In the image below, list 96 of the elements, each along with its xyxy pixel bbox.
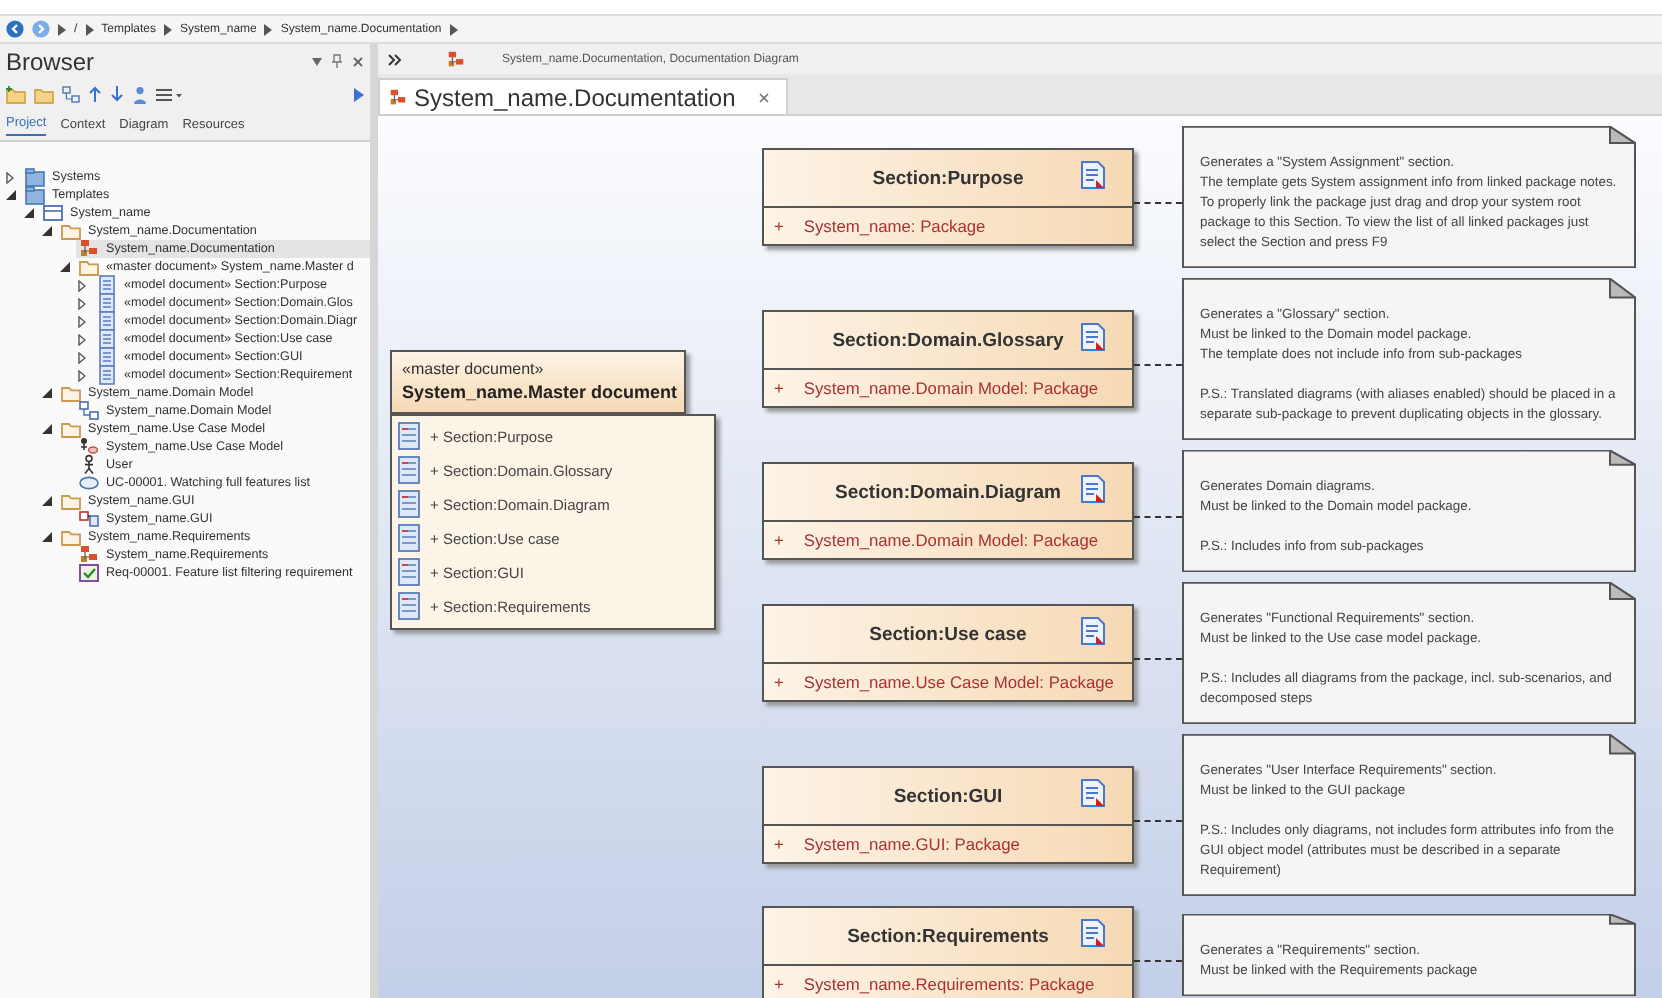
class-diagram-icon	[78, 400, 100, 422]
requirement-icon	[78, 562, 100, 584]
package-icon	[42, 202, 64, 224]
expanded-icon[interactable]	[60, 262, 70, 272]
section-icon	[398, 422, 420, 450]
expand-icon[interactable]	[78, 279, 86, 291]
section-element[interactable]: Section:GUI + System_name.GUI: Package	[762, 766, 1134, 864]
attribute-text: System_name: Package	[803, 216, 986, 236]
folder-icon	[60, 490, 82, 512]
attribute-text: System_name.Domain Model: Package	[803, 378, 1099, 398]
section-element[interactable]: Section:Purpose + System_name: Package	[762, 148, 1134, 246]
section-element[interactable]: Section:Domain.Diagram + System_name.Domain Model: Package	[762, 462, 1134, 560]
arrow-down-icon[interactable]	[110, 86, 124, 102]
section-title: Section:Requirements	[847, 925, 1049, 947]
folder-icon	[60, 220, 82, 242]
document-icon	[1080, 322, 1106, 352]
diagram-icon[interactable]	[62, 85, 80, 103]
document-icon	[96, 328, 118, 350]
play-icon[interactable]	[354, 87, 364, 101]
section-title: Section:Purpose	[872, 167, 1024, 189]
visibility-marker: +	[774, 530, 784, 550]
section-element[interactable]: Section:Domain.Glossary + System_name.Domain Model: Package	[762, 310, 1134, 408]
close-icon[interactable]	[757, 91, 770, 103]
expanded-icon[interactable]	[42, 532, 52, 542]
diagram-icon	[78, 238, 100, 260]
document-icon	[1080, 474, 1106, 504]
expanded-icon[interactable]	[42, 226, 52, 236]
separator-icon	[85, 23, 94, 35]
diagram-icon	[388, 87, 408, 107]
document-icon	[96, 310, 118, 332]
expanded-icon[interactable]	[6, 190, 16, 200]
use-case-diagram-icon	[78, 436, 100, 458]
attribute-text: System_name.GUI: Package	[803, 834, 1020, 854]
document-icon	[96, 346, 118, 368]
folder-icon	[60, 418, 82, 440]
separator-icon	[58, 23, 66, 35]
folder-icon	[24, 166, 46, 188]
document-icon	[1080, 616, 1106, 646]
visibility-marker: +	[774, 834, 784, 854]
stereotype-label: «master document»	[402, 360, 546, 378]
document-icon	[1080, 778, 1106, 808]
close-icon[interactable]	[352, 55, 364, 67]
document-icon	[1080, 160, 1106, 190]
diagram-icon	[446, 49, 466, 69]
document-icon	[96, 274, 118, 296]
expand-icon[interactable]	[78, 315, 86, 327]
expanded-icon[interactable]	[42, 424, 52, 434]
section-element[interactable]: Section:Requirements + System_name.Requirements: Package	[762, 906, 1134, 998]
separator-icon	[164, 23, 173, 35]
section-title: Section:Domain.Diagram	[835, 481, 1061, 503]
section-icon	[398, 592, 420, 620]
section-title: Section:GUI	[893, 785, 1003, 807]
expand-icon[interactable]	[78, 297, 86, 309]
visibility-marker: +	[774, 378, 784, 398]
document-icon	[96, 364, 118, 386]
attribute-text: System_name.Requirements: Package	[803, 974, 1095, 994]
section-title: Section:Use case	[869, 623, 1027, 645]
use-case-icon	[78, 472, 100, 494]
person-icon[interactable]	[132, 85, 148, 103]
arrow-up-icon[interactable]	[88, 86, 102, 102]
diagram-icon	[78, 544, 100, 566]
document-icon	[96, 292, 118, 314]
expand-icon[interactable]	[78, 351, 86, 363]
section-icon	[398, 490, 420, 518]
attribute-text: System_name.Domain Model: Package	[803, 530, 1099, 550]
visibility-marker: +	[774, 672, 784, 692]
panel-title: Browser	[6, 47, 97, 75]
section-icon	[398, 558, 420, 586]
expand-icon[interactable]	[78, 369, 86, 381]
element-name: System_name.Master document	[402, 382, 674, 402]
pin-icon[interactable]	[332, 54, 342, 68]
section-title: Section:Domain.Glossary	[832, 329, 1064, 351]
new-folder-icon[interactable]	[6, 85, 26, 103]
expand-icon[interactable]	[6, 171, 14, 183]
gui-diagram-icon	[78, 508, 100, 530]
menu-icon[interactable]	[156, 87, 184, 101]
back-icon[interactable]	[6, 20, 24, 38]
dropdown-icon[interactable]	[312, 57, 322, 65]
document-icon	[1080, 918, 1106, 948]
section-icon	[398, 524, 420, 552]
chevrons-icon[interactable]	[388, 53, 402, 65]
expanded-icon[interactable]	[42, 496, 52, 506]
expand-icon[interactable]	[78, 333, 86, 345]
document-tab[interactable]: System_name.Documentation	[378, 78, 788, 114]
section-icon	[398, 456, 420, 484]
folder-icon	[60, 382, 82, 404]
folder-icon	[60, 526, 82, 548]
separator-icon	[449, 23, 458, 35]
folder-icon	[24, 184, 46, 206]
separator-icon	[264, 23, 273, 35]
section-element[interactable]: Section:Use case + System_name.Use Case Model: Package	[762, 604, 1134, 702]
visibility-marker: +	[774, 974, 784, 994]
visibility-marker: +	[774, 216, 784, 236]
master-document-header[interactable]: «master document» System_name.Master document	[390, 350, 686, 414]
attribute-text: System_name.Use Case Model: Package	[803, 672, 1114, 692]
expanded-icon[interactable]	[42, 388, 52, 398]
